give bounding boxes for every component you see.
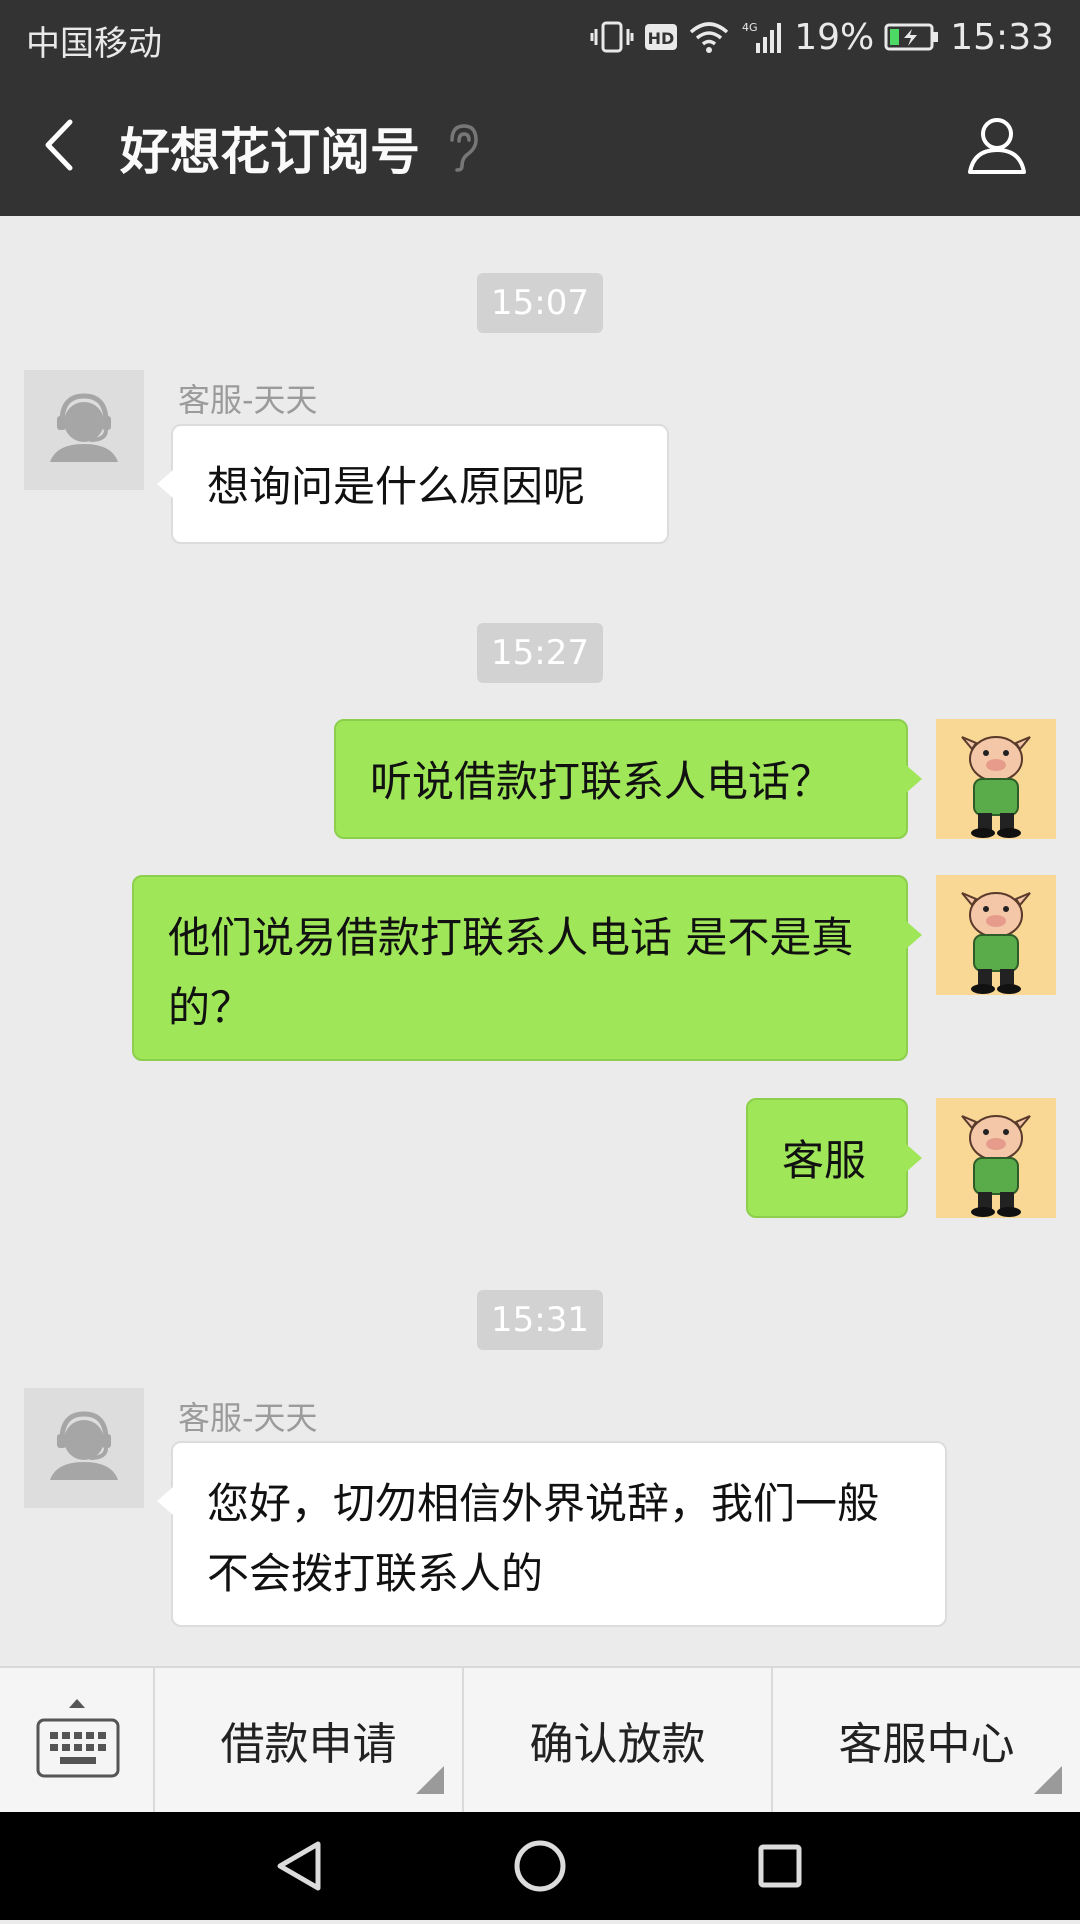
page-title: 好想花订阅号 <box>120 123 420 181</box>
carrier-label: 中国移动 <box>26 24 162 64</box>
menu-item-label: 确认放款 <box>529 1719 706 1770</box>
headset-user-icon <box>50 1411 118 1480</box>
back-triangle-icon[interactable] <box>277 1841 321 1891</box>
home-circle-icon[interactable] <box>514 1840 566 1892</box>
menu-bar: 借款申请 确认放款 客服中心 <box>0 1666 1080 1812</box>
user-avatar[interactable] <box>936 719 1056 839</box>
title-bar: 好想花订阅号 <box>0 74 1080 216</box>
hd-icon: HD <box>644 22 678 52</box>
sender-name: 客服-天天 <box>178 1399 318 1437</box>
keyboard-toggle-button[interactable] <box>0 1668 155 1812</box>
vibrate-icon <box>590 19 634 55</box>
system-navigation-bar <box>0 1812 1080 1920</box>
message-bubble[interactable]: 想询问是什么原因呢 <box>157 424 669 544</box>
timestamp: 15:31 <box>477 1290 603 1350</box>
cartoon-pig-icon <box>961 736 1031 838</box>
menu-item-label: 客服中心 <box>838 1719 1015 1770</box>
svg-text:HD: HD <box>648 29 675 48</box>
submenu-indicator-icon <box>416 1766 444 1794</box>
menu-item-label: 借款申请 <box>220 1719 397 1770</box>
agent-avatar[interactable] <box>24 1388 144 1508</box>
headset-user-icon <box>50 393 118 462</box>
keyboard-icon <box>36 1699 120 1778</box>
message-bubble[interactable]: 听说借款打联系人电话？ <box>334 719 922 839</box>
back-arrow-icon[interactable] <box>36 114 86 176</box>
menu-loan-apply[interactable]: 借款申请 <box>155 1668 464 1812</box>
status-bar: 中国移动 HD 4G 19% 15:33 <box>0 0 1080 74</box>
sender-name: 客服-天天 <box>178 381 318 419</box>
recents-square-icon[interactable] <box>758 1844 802 1888</box>
earpiece-icon <box>444 122 480 172</box>
signal-icon: 4G <box>740 19 784 55</box>
status-icons: HD 4G 19% 15:33 <box>590 12 1054 62</box>
message-bubble[interactable]: 您好，切勿相信外界说辞，我们一般不会拨打联系人的 <box>157 1441 947 1627</box>
timestamp: 15:27 <box>477 623 603 683</box>
profile-icon[interactable] <box>966 114 1028 176</box>
wifi-icon <box>688 20 730 54</box>
battery-icon <box>884 22 940 52</box>
menu-service-center[interactable]: 客服中心 <box>773 1668 1080 1812</box>
menu-confirm-disburse[interactable]: 确认放款 <box>464 1668 773 1812</box>
user-avatar[interactable] <box>936 1098 1056 1218</box>
message-bubble[interactable]: 他们说易借款打联系人电话 是不是真的？ <box>132 875 922 1061</box>
user-avatar[interactable] <box>936 875 1056 995</box>
timestamp: 15:07 <box>477 273 603 333</box>
message-bubble[interactable]: 客服 <box>746 1098 922 1218</box>
network-type-label: 4G <box>742 21 758 34</box>
agent-avatar[interactable] <box>24 370 144 490</box>
battery-percent: 19% <box>794 16 875 58</box>
submenu-indicator-icon <box>1034 1766 1062 1794</box>
cartoon-pig-icon <box>961 892 1031 994</box>
clock: 15:33 <box>950 16 1054 58</box>
cartoon-pig-icon <box>961 1115 1031 1217</box>
